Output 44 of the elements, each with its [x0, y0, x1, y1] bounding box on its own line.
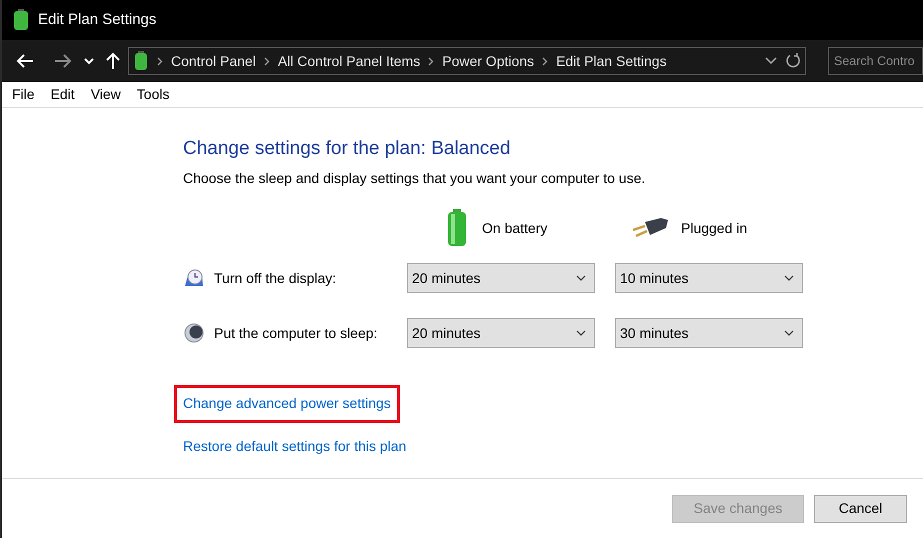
forward-arrow-icon[interactable] [54, 54, 72, 68]
button[interactable]: Cancel [814, 494, 907, 522]
chevron-down-icon[interactable] [576, 330, 586, 336]
address-bar[interactable]: Control Panel All Control Panel Items Power Options Edit Plan Settings [128, 47, 806, 75]
button: Save changes [672, 494, 804, 522]
breadcrumb-item[interactable]: Edit Plan Settings [556, 50, 667, 72]
dropdown[interactable]: 20 minutes [407, 263, 595, 293]
menu-item[interactable]: File [12, 84, 35, 105]
back-arrow-icon[interactable] [16, 54, 34, 68]
description-text: Choose the sleep and display settings that you want your computer to use. [183, 169, 646, 188]
page-heading: Change settings for the plan: Balanced [183, 137, 512, 161]
up-arrow-icon[interactable] [106, 52, 120, 70]
moon-icon [184, 323, 204, 343]
refresh-icon[interactable] [785, 53, 801, 69]
dropdown[interactable]: 10 minutes [615, 263, 803, 293]
chevron-right-icon[interactable] [157, 56, 163, 66]
setting-label: Put the computer to sleep: [214, 324, 378, 343]
breadcrumb-item[interactable]: All Control Panel Items [278, 50, 420, 72]
dropdown[interactable]: 30 minutes [615, 318, 803, 348]
menu-item[interactable]: Edit [50, 84, 75, 105]
link[interactable]: Change advanced power settings [183, 395, 391, 411]
clock-monitor-icon [184, 269, 204, 287]
battery-icon [133, 51, 149, 71]
menu-item[interactable]: View [90, 84, 121, 105]
setting-label: Turn off the display: [214, 268, 336, 288]
search-field[interactable]: Search Contro [828, 47, 923, 75]
dropdown[interactable]: 20 minutes [407, 318, 595, 348]
chevron-down-icon[interactable] [784, 275, 794, 281]
link[interactable]: Restore default settings for this plan [183, 436, 406, 457]
breadcrumb-item[interactable]: Control Panel [171, 50, 256, 72]
window-title: Edit Plan Settings [38, 10, 156, 30]
battery-icon [12, 9, 30, 31]
column-header: On battery [482, 218, 548, 238]
chevron-right-icon[interactable] [264, 56, 270, 66]
column-header: Plugged in [681, 218, 748, 238]
plug-icon [631, 217, 669, 239]
battery-icon [447, 209, 467, 247]
chevron-down-icon[interactable] [784, 330, 794, 336]
breadcrumb-item[interactable]: Power Options [442, 50, 534, 72]
chevron-down-icon[interactable] [765, 57, 777, 65]
chevron-right-icon[interactable] [542, 56, 548, 66]
chevron-right-icon[interactable] [428, 56, 434, 66]
menu-item[interactable]: Tools [136, 84, 170, 105]
chevron-down-icon[interactable] [576, 275, 586, 281]
